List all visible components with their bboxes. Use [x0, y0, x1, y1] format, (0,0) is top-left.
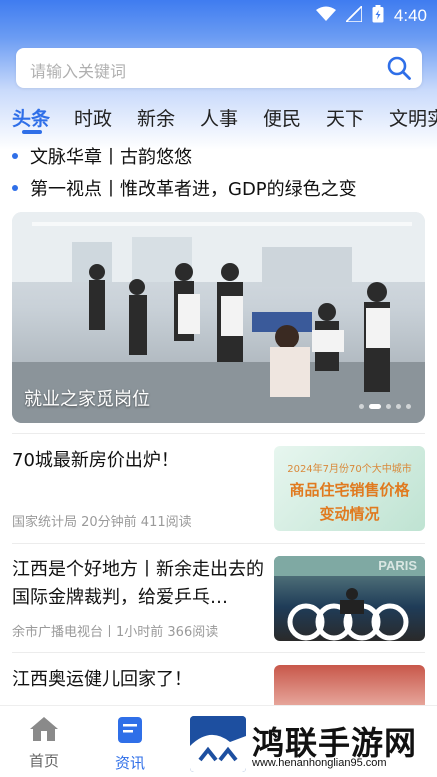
hero-carousel[interactable]: 就业之家觅岗位: [12, 212, 425, 423]
news-title: 70城最新房价出炉！: [12, 450, 179, 471]
divider: [12, 543, 425, 544]
nav-home[interactable]: 首页: [14, 716, 74, 771]
headline-item[interactable]: 文脉华章丨古韵悠悠: [12, 143, 192, 169]
tab-personnel[interactable]: 人事: [200, 104, 238, 131]
news-title: 江西奥运健儿回家了！: [12, 669, 192, 690]
wifi-icon: [315, 6, 336, 26]
search-input[interactable]: 请输入关键词: [30, 58, 126, 82]
status-bar: 4:40: [0, 0, 437, 30]
news-thumbnail: [274, 665, 425, 705]
news-title: 江西是个好地方丨新余走出去的国际金牌裁判，给爱乒乓…: [12, 559, 264, 608]
tab-politics[interactable]: 时政: [74, 104, 112, 131]
carousel-dot: [396, 404, 401, 409]
news-meta: 余市广播电视台丨1小时前 366阅读: [12, 625, 219, 640]
headline-item[interactable]: 第一视点丨惟改革者进，GDP的绿色之变: [12, 175, 357, 201]
tab-civilization[interactable]: 文明实: [389, 104, 437, 131]
brand-logo: [190, 716, 246, 772]
news-icon: [116, 717, 144, 748]
search-icon[interactable]: [386, 55, 412, 81]
tab-headlines[interactable]: 头条: [12, 104, 50, 131]
tab-xinyu[interactable]: 新余: [137, 104, 175, 131]
carousel-dot: [406, 404, 411, 409]
status-time: 4:40: [393, 6, 427, 25]
divider: [12, 652, 425, 653]
news-thumbnail: 2024年7月份70个大中城市 商品住宅销售价格 变动情况: [274, 446, 425, 531]
bullet-icon: [12, 185, 18, 191]
nav-news[interactable]: 资讯: [100, 716, 160, 773]
battery-icon: [372, 5, 384, 27]
brand-url: www.henanhonglian95.com: [252, 757, 387, 769]
brand-watermark: 鸿联手游网 www.henanhonglian95.com: [190, 716, 437, 774]
news-meta: 国家统计局 20分钟前 411阅读: [12, 515, 192, 530]
category-tabs: 头条 时政 新余 人事 便民 天下 文明实: [0, 100, 437, 136]
carousel-dot-active: [369, 404, 381, 409]
home-icon: [29, 717, 59, 746]
carousel-indicator: [359, 404, 411, 409]
carousel-dot: [359, 404, 364, 409]
tab-services[interactable]: 便民: [263, 104, 301, 131]
bullet-icon: [12, 153, 18, 159]
tab-active-indicator: [22, 130, 42, 134]
hero-caption: 就业之家觅岗位: [24, 389, 150, 410]
search-bar[interactable]: 请输入关键词: [16, 48, 422, 88]
news-thumbnail: PARIS: [274, 556, 425, 641]
carousel-dot: [386, 404, 391, 409]
tab-world[interactable]: 天下: [326, 104, 364, 131]
divider: [12, 433, 425, 434]
signal-icon: [343, 4, 363, 26]
